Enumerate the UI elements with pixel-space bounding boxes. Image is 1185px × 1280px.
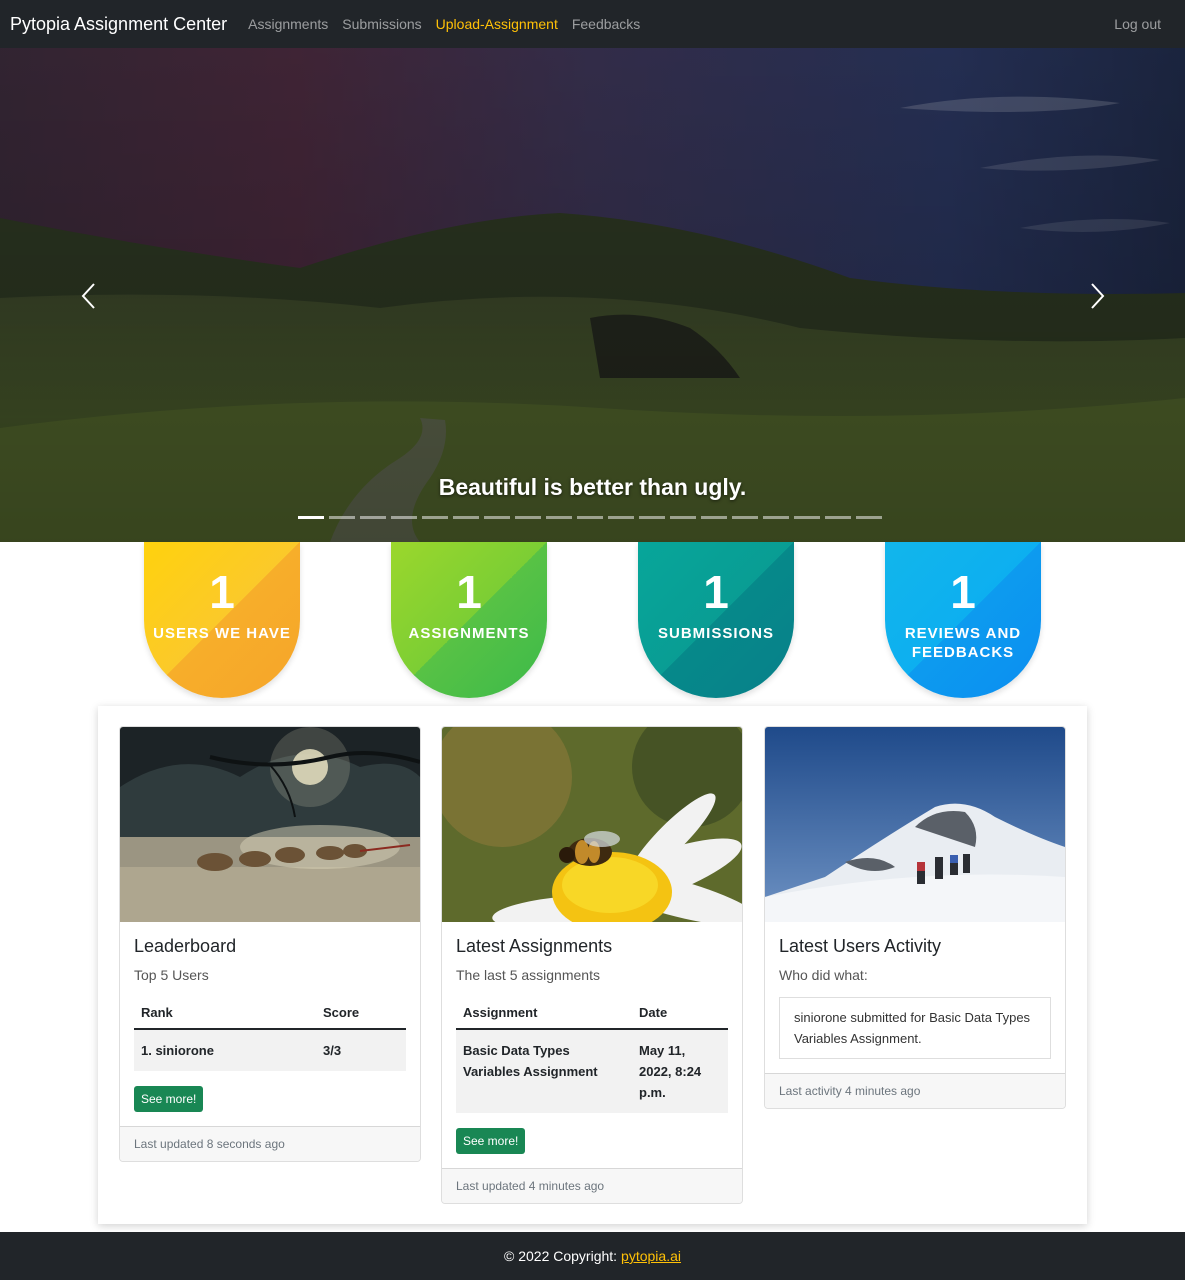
carousel-indicator[interactable] (732, 516, 758, 519)
assignments-title: Latest Assignments (456, 936, 613, 956)
hero-landscape-image (0, 48, 1185, 542)
stat-users-value: 1 (209, 566, 235, 618)
carousel-prev-button[interactable] (74, 278, 104, 314)
leaderboard-card: Leaderboard Top 5 Users Rank Score 1. si… (119, 726, 421, 1162)
column-header-assignment: Assignment (456, 997, 632, 1030)
carousel-indicator[interactable] (701, 516, 727, 519)
footer-link[interactable]: pytopia.ai (621, 1248, 681, 1264)
sled-dogs-image (120, 727, 420, 922)
table-row: Basic Data Types Variables Assignment Ma… (456, 1029, 728, 1113)
assignment-date-cell: May 11, 2022, 8:24 p.m. (632, 1029, 728, 1113)
carousel-indicator[interactable] (608, 516, 634, 519)
nav-assignments[interactable]: Assignments (248, 16, 328, 32)
latest-assignments-card: Latest Assignments The last 5 assignment… (441, 726, 743, 1204)
nav-upload-assignment[interactable]: Upload-Assignment (436, 16, 558, 32)
stat-submissions: 1 SUBMISSIONS (638, 542, 794, 698)
leaderboard-see-more-button[interactable]: See more! (134, 1086, 204, 1112)
carousel-indicator[interactable] (546, 516, 572, 519)
leaderboard-rank-cell: 1. siniorone (134, 1029, 316, 1071)
users-activity-card: Latest Users Activity Who did what: sini… (764, 726, 1066, 1109)
footer-copyright: © 2022 Copyright: (504, 1248, 618, 1264)
carousel-indicator[interactable] (360, 516, 386, 519)
carousel-indicator[interactable] (298, 516, 324, 519)
activity-subtitle: Who did what: (779, 967, 868, 983)
stat-feedbacks-label: REVIEWS AND FEEDBACKS (904, 625, 1022, 661)
column-header-score: Score (316, 997, 406, 1030)
column-header-rank: Rank (134, 997, 316, 1030)
leaderboard-table: Rank Score 1. siniorone 3/3 (134, 997, 406, 1071)
dashboard-panel: Leaderboard Top 5 Users Rank Score 1. si… (98, 706, 1087, 1224)
leaderboard-footer: Last updated 8 seconds ago (120, 1126, 420, 1161)
carousel-indicator[interactable] (329, 516, 355, 519)
column-header-date: Date (632, 997, 728, 1030)
hero-caption: Beautiful is better than ugly. (438, 474, 747, 500)
assignments-table: Assignment Date Basic Data Types Variabl… (456, 997, 728, 1113)
assignment-name-cell[interactable]: Basic Data Types Variables Assignment (456, 1029, 632, 1113)
page-footer: © 2022 Copyright: pytopia.ai (0, 1232, 1185, 1280)
stat-feedbacks-value: 1 (950, 566, 976, 618)
brand-title[interactable]: Pytopia Assignment Center (10, 14, 227, 35)
carousel-indicators (298, 516, 882, 519)
carousel-next-button[interactable] (1082, 278, 1112, 314)
assignments-see-more-button[interactable]: See more! (456, 1128, 526, 1154)
leaderboard-title: Leaderboard (134, 936, 237, 956)
activity-list-item: siniorone submitted for Basic Data Types… (779, 997, 1051, 1059)
bee-on-flower-image (442, 727, 742, 922)
stat-assignments-value: 1 (456, 566, 482, 618)
navbar: Pytopia Assignment Center Assignments Su… (0, 0, 1185, 48)
carousel-indicator[interactable] (763, 516, 789, 519)
stat-users-label: USERS WE HAVE (153, 625, 291, 642)
carousel-indicator[interactable] (825, 516, 851, 519)
carousel-indicator[interactable] (484, 516, 510, 519)
carousel-indicator[interactable] (453, 516, 479, 519)
leaderboard-subtitle: Top 5 Users (134, 967, 209, 983)
stat-users: 1 USERS WE HAVE (144, 542, 300, 698)
assignments-footer: Last updated 4 minutes ago (442, 1168, 742, 1203)
carousel-indicator[interactable] (422, 516, 448, 519)
activity-title: Latest Users Activity (779, 936, 942, 956)
nav-submissions[interactable]: Submissions (342, 16, 421, 32)
stat-submissions-label: SUBMISSIONS (657, 625, 774, 642)
leaderboard-score-cell: 3/3 (316, 1029, 406, 1071)
activity-footer: Last activity 4 minutes ago (765, 1073, 1065, 1108)
logout-link[interactable]: Log out (1114, 16, 1161, 32)
carousel-indicator[interactable] (856, 516, 882, 519)
stat-submissions-value: 1 (703, 566, 729, 618)
mountain-climbers-image (765, 727, 1065, 922)
carousel-indicator[interactable] (577, 516, 603, 519)
stat-feedbacks: 1 REVIEWS AND FEEDBACKS (885, 542, 1041, 698)
stat-assignments-label: ASSIGNMENTS (408, 625, 530, 642)
nav-feedbacks[interactable]: Feedbacks (572, 16, 640, 32)
carousel-indicator[interactable] (794, 516, 820, 519)
carousel-indicator[interactable] (639, 516, 665, 519)
stat-assignments: 1 ASSIGNMENTS (391, 542, 547, 698)
chevron-right-icon (1091, 283, 1105, 309)
assignments-subtitle: The last 5 assignments (456, 967, 600, 983)
carousel-indicator[interactable] (670, 516, 696, 519)
carousel-indicator[interactable] (515, 516, 541, 519)
carousel-indicator[interactable] (391, 516, 417, 519)
table-row: 1. siniorone 3/3 (134, 1029, 406, 1071)
hero-carousel (0, 48, 1185, 542)
chevron-left-icon (81, 283, 95, 309)
